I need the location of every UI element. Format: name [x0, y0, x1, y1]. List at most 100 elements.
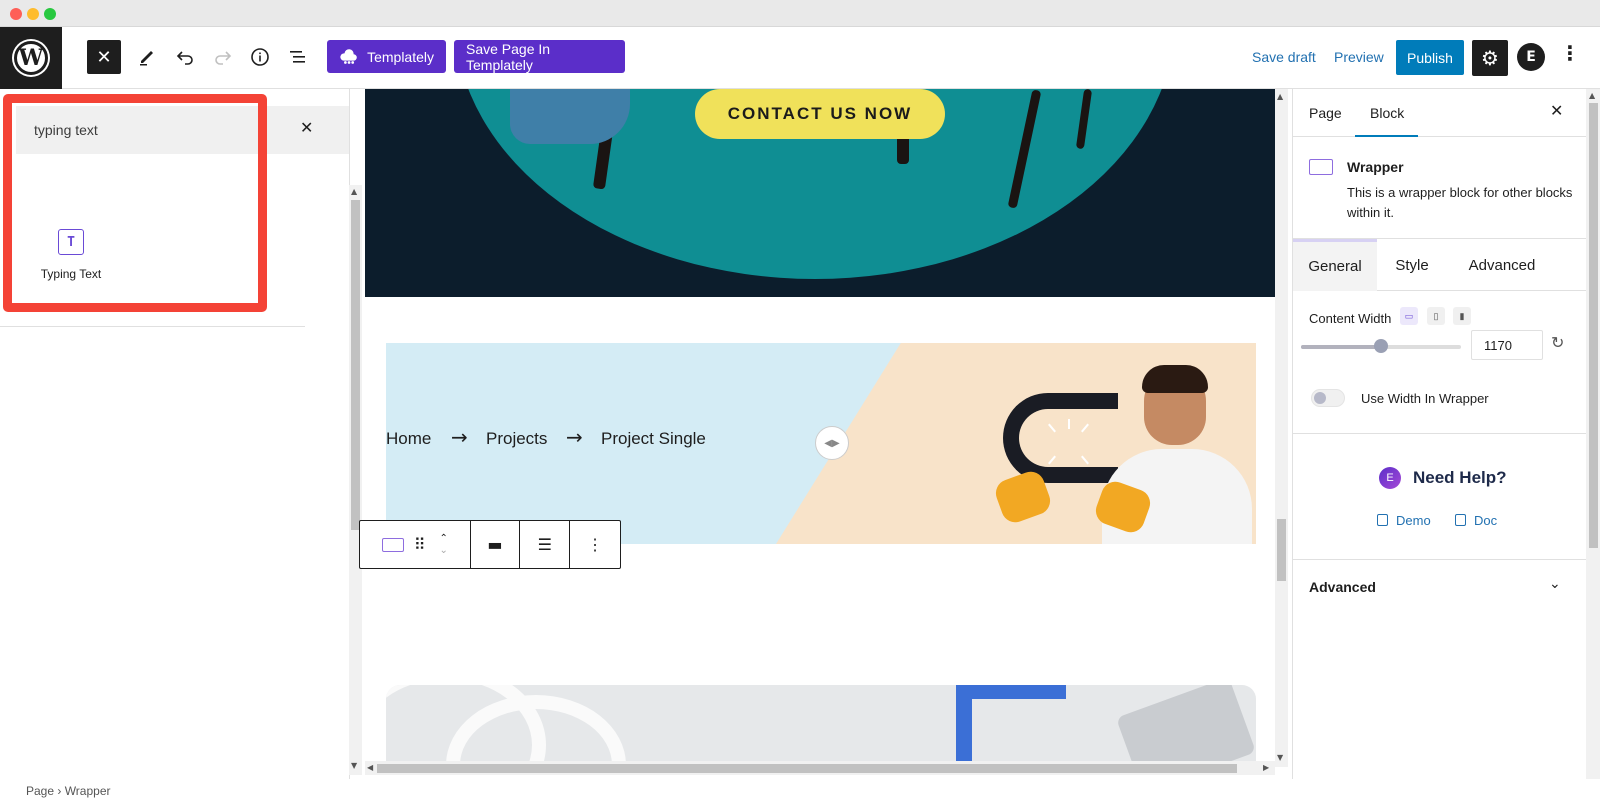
need-help-title: Need Help?	[1413, 468, 1507, 487]
breadcrumb-project-single: Project Single	[601, 429, 706, 448]
contact-us-now-button[interactable]: CONTACT US NOW	[695, 89, 945, 139]
demo-icon	[1377, 514, 1388, 526]
move-down-icon[interactable]: ⌄	[439, 545, 447, 557]
tablet-icon[interactable]: ▯	[1427, 307, 1445, 325]
essential-blocks-icon: E	[1526, 49, 1536, 65]
typing-text-icon: T	[58, 229, 84, 255]
doc-label: Doc	[1474, 513, 1498, 528]
demo-link[interactable]: Demo	[1377, 513, 1431, 528]
wordpress-logo-button[interactable]: W	[0, 27, 62, 89]
preview-button[interactable]: Preview	[1334, 49, 1384, 65]
settings-button[interactable]: ⚙	[1472, 40, 1508, 76]
breadcrumb-projects[interactable]: Projects	[486, 429, 547, 449]
divider	[1293, 433, 1587, 434]
use-width-label: Use Width In Wrapper	[1361, 391, 1489, 406]
templately-button[interactable]: Templately	[327, 40, 446, 73]
close-inserter-button[interactable]: ✕	[87, 40, 121, 74]
chevron-down-icon[interactable]: ⌄	[1549, 575, 1561, 592]
block-toolbar: ⠿ ⌃ ⌄ ▬ ☰ ⋮	[359, 520, 621, 569]
spark-graphic	[1068, 419, 1070, 429]
minimize-window-button[interactable]	[27, 8, 39, 20]
reset-icon[interactable]: ↻	[1551, 333, 1564, 353]
scroll-right-arrow-icon[interactable]: ▶	[1263, 763, 1269, 772]
block-settings-tabs: General Style Advanced	[1293, 239, 1587, 291]
clear-search-icon[interactable]: ✕	[300, 118, 313, 137]
scrollbar-thumb[interactable]	[1589, 103, 1598, 548]
wrapper-block-icon	[1309, 159, 1333, 175]
editor-toolbar: W ✕ Templately Save Page In Templately S…	[0, 27, 1600, 89]
options-menu-button[interactable]: ⋮	[1560, 41, 1580, 65]
block-type-group: ⠿ ⌃ ⌄	[360, 521, 471, 568]
canvas-vertical-scrollbar[interactable]: ▲ ▼	[1275, 89, 1288, 767]
maximize-window-button[interactable]	[44, 8, 56, 20]
block-breadcrumb-footer[interactable]: Page › Wrapper	[26, 784, 111, 798]
resize-handle-icon[interactable]: ◀▶	[815, 426, 849, 460]
pencil-icon	[140, 51, 153, 66]
redo-button[interactable]	[206, 40, 240, 74]
advanced-panel-toggle[interactable]: Advanced	[1309, 579, 1376, 595]
wrapper-block-icon[interactable]	[381, 537, 404, 552]
inserter-result-typing-text[interactable]: T Typing Text	[26, 229, 116, 301]
tab-advanced[interactable]: Advanced	[1447, 239, 1557, 291]
scroll-down-arrow-icon[interactable]: ▼	[351, 761, 357, 770]
scroll-up-arrow-icon[interactable]: ▲	[1277, 92, 1283, 101]
tab-general[interactable]: General	[1293, 239, 1377, 291]
canvas-horizontal-scrollbar[interactable]: ◀ ▶	[365, 761, 1275, 775]
close-sidebar-icon[interactable]: ✕	[1550, 101, 1563, 121]
list-view-button[interactable]	[281, 40, 315, 74]
sidebar-scrollbar[interactable]: ▲	[1586, 89, 1600, 779]
doc-link[interactable]: Doc	[1455, 513, 1497, 528]
info-icon	[251, 48, 269, 66]
scrollbar-thumb[interactable]	[377, 764, 1237, 773]
publish-button[interactable]: Publish	[1396, 40, 1464, 75]
slider-knob[interactable]	[1374, 339, 1388, 353]
tab-style[interactable]: Style	[1377, 239, 1447, 291]
content-width-input[interactable]: 1170	[1471, 330, 1543, 360]
undo-button[interactable]	[168, 40, 202, 74]
person-jeans-image	[510, 89, 630, 144]
drag-handle-icon[interactable]: ⠿	[414, 535, 426, 554]
align-button[interactable]: ▬	[471, 521, 521, 568]
scroll-left-arrow-icon[interactable]: ◀	[367, 763, 373, 772]
arrow-right-icon: →	[451, 425, 468, 449]
scrollbar-thumb[interactable]	[1277, 519, 1286, 581]
essential-blocks-button[interactable]: E	[1517, 43, 1545, 71]
move-up-icon[interactable]: ⌃	[439, 533, 447, 545]
blue-tool-image	[956, 685, 1066, 699]
tab-block[interactable]: Block	[1370, 105, 1404, 121]
mobile-icon[interactable]: ▮	[1453, 307, 1471, 325]
breadcrumb-home[interactable]: Home	[386, 429, 431, 449]
breadcrumb-banner[interactable]: Home → Projects → Project Single ◀▶	[386, 343, 1256, 544]
scroll-down-arrow-icon[interactable]: ▼	[1277, 753, 1283, 762]
desktop-icon[interactable]: ▭	[1400, 307, 1418, 325]
arrow-right-icon: →	[566, 425, 583, 449]
edit-pencil-button[interactable]	[130, 40, 164, 74]
justify-button[interactable]: ☰	[520, 521, 571, 568]
worker-hair-image	[1142, 365, 1208, 393]
templately-cloud-icon	[340, 48, 357, 64]
close-window-button[interactable]	[10, 8, 22, 20]
block-options-button[interactable]: ⋮	[570, 521, 620, 568]
list-view-icon	[290, 51, 305, 63]
block-name: Wrapper	[1347, 159, 1404, 175]
save-draft-button[interactable]: Save draft	[1252, 49, 1316, 65]
tab-page[interactable]: Page	[1309, 105, 1342, 121]
use-width-toggle[interactable]	[1311, 389, 1345, 407]
hero-section: CONTACT US NOW	[365, 89, 1275, 297]
justify-center-icon: ☰	[537, 535, 552, 554]
divider	[0, 326, 305, 327]
save-page-in-templately-button[interactable]: Save Page In Templately	[454, 40, 625, 73]
scroll-up-arrow-icon[interactable]: ▲	[351, 187, 357, 196]
settings-sidebar: Page Block ✕ Wrapper This is a wrapper b…	[1292, 89, 1587, 779]
block-card: Wrapper This is a wrapper block for othe…	[1293, 137, 1587, 239]
scrollbar-thumb[interactable]	[351, 200, 360, 530]
block-search-value[interactable]: typing text	[34, 122, 98, 138]
divider	[1293, 559, 1587, 560]
details-button[interactable]	[243, 40, 277, 74]
inserter-result-label: Typing Text	[40, 267, 102, 281]
align-icon: ▬	[487, 535, 503, 554]
project-photo	[386, 685, 1256, 767]
content-width-label: Content Width	[1309, 311, 1392, 326]
scroll-up-arrow-icon[interactable]: ▲	[1589, 91, 1595, 100]
inserter-scrollbar[interactable]: ▲ ▼	[349, 185, 362, 775]
